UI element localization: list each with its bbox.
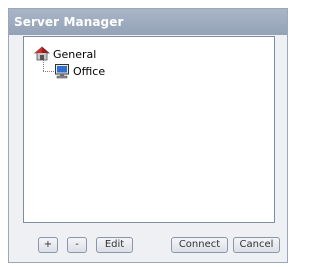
server-tree[interactable]: General Office xyxy=(23,36,275,223)
edit-button[interactable]: Edit xyxy=(96,237,133,253)
cancel-button[interactable]: Cancel xyxy=(233,237,280,253)
computer-icon xyxy=(54,63,70,79)
tree-item-general[interactable]: General xyxy=(33,46,97,62)
tree-connector-line xyxy=(43,71,54,72)
house-icon xyxy=(33,46,51,62)
connect-button[interactable]: Connect xyxy=(171,237,228,253)
tree-item-label: Office xyxy=(73,64,106,78)
tree-item-label: General xyxy=(53,47,97,61)
tree-item-office[interactable]: Office xyxy=(54,63,105,79)
window-title: Server Manager xyxy=(9,9,287,35)
add-button[interactable]: + xyxy=(38,237,58,253)
remove-button[interactable]: - xyxy=(67,237,87,253)
